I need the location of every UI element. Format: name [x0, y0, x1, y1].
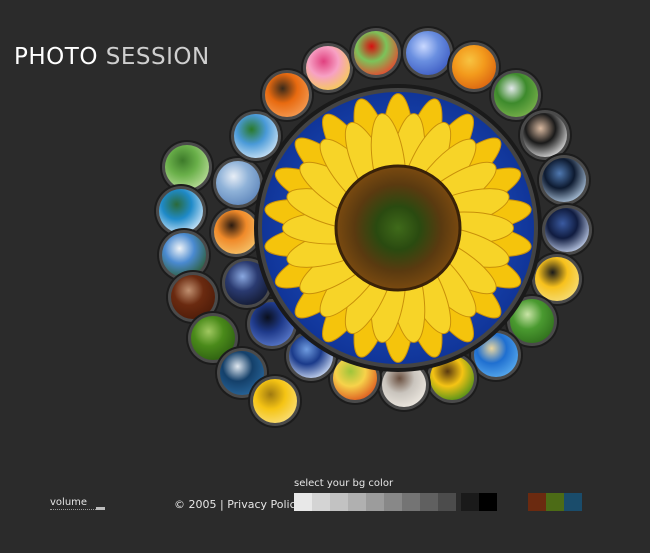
thumbnail-image [234, 114, 278, 158]
copyright-line: © 2005 | Privacy Policy [174, 498, 302, 511]
thumbnail-image [159, 189, 203, 233]
bg-color-swatch[interactable] [312, 493, 330, 511]
thumbnail-night-city[interactable] [537, 153, 591, 207]
thumbnail-image [354, 31, 398, 75]
thumbnail-blue-flower[interactable] [401, 26, 455, 80]
main-photo[interactable] [254, 84, 542, 372]
thumbnail-image [253, 379, 297, 423]
bg-color-swatch[interactable] [348, 493, 366, 511]
bg-color-swatch[interactable] [366, 493, 384, 511]
thumbnail-image [216, 161, 260, 205]
bg-color-swatch[interactable] [438, 493, 456, 511]
thumbnail-yellow-text-panel[interactable] [248, 374, 302, 428]
thumbnail-image [545, 208, 589, 252]
thumbnail-image [265, 73, 309, 117]
thumbnail-image [452, 45, 496, 89]
thumbnail-image [214, 210, 258, 254]
bg-color-swatch[interactable] [479, 493, 497, 511]
copyright-text: © 2005 | [174, 498, 224, 511]
bg-color-swatch[interactable] [461, 493, 479, 511]
bg-color-swatch[interactable] [420, 493, 438, 511]
bg-color-swatch[interactable] [294, 493, 312, 511]
photo-gallery [154, 26, 594, 428]
thumbnail-image [306, 46, 350, 90]
thumbnail-bridge-night[interactable] [540, 203, 594, 257]
thumbnail-image [494, 73, 538, 117]
thumbnail-image [523, 113, 567, 157]
bg-color-swatch[interactable] [564, 493, 582, 511]
volume-slider-handle[interactable] [96, 507, 105, 510]
bg-color-swatch[interactable] [528, 493, 546, 511]
bg-color-swatch[interactable] [402, 493, 420, 511]
bg-color-swatch[interactable] [384, 493, 402, 511]
thumbnail-image [406, 31, 450, 75]
privacy-policy-link[interactable]: Privacy Policy [227, 498, 302, 511]
bg-color-swatch[interactable] [546, 493, 564, 511]
bg-color-label: select your bg color [294, 478, 394, 489]
thumbnail-image [542, 158, 586, 202]
thumbnail-image [165, 145, 209, 189]
thumbnail-image [162, 233, 206, 277]
volume-label: volume [50, 497, 88, 508]
thumbnail-image [535, 257, 579, 301]
bg-color-swatch[interactable] [330, 493, 348, 511]
thumbnail-orange-text-panel[interactable] [260, 68, 314, 122]
thumbnail-red-tulip[interactable] [349, 26, 403, 80]
